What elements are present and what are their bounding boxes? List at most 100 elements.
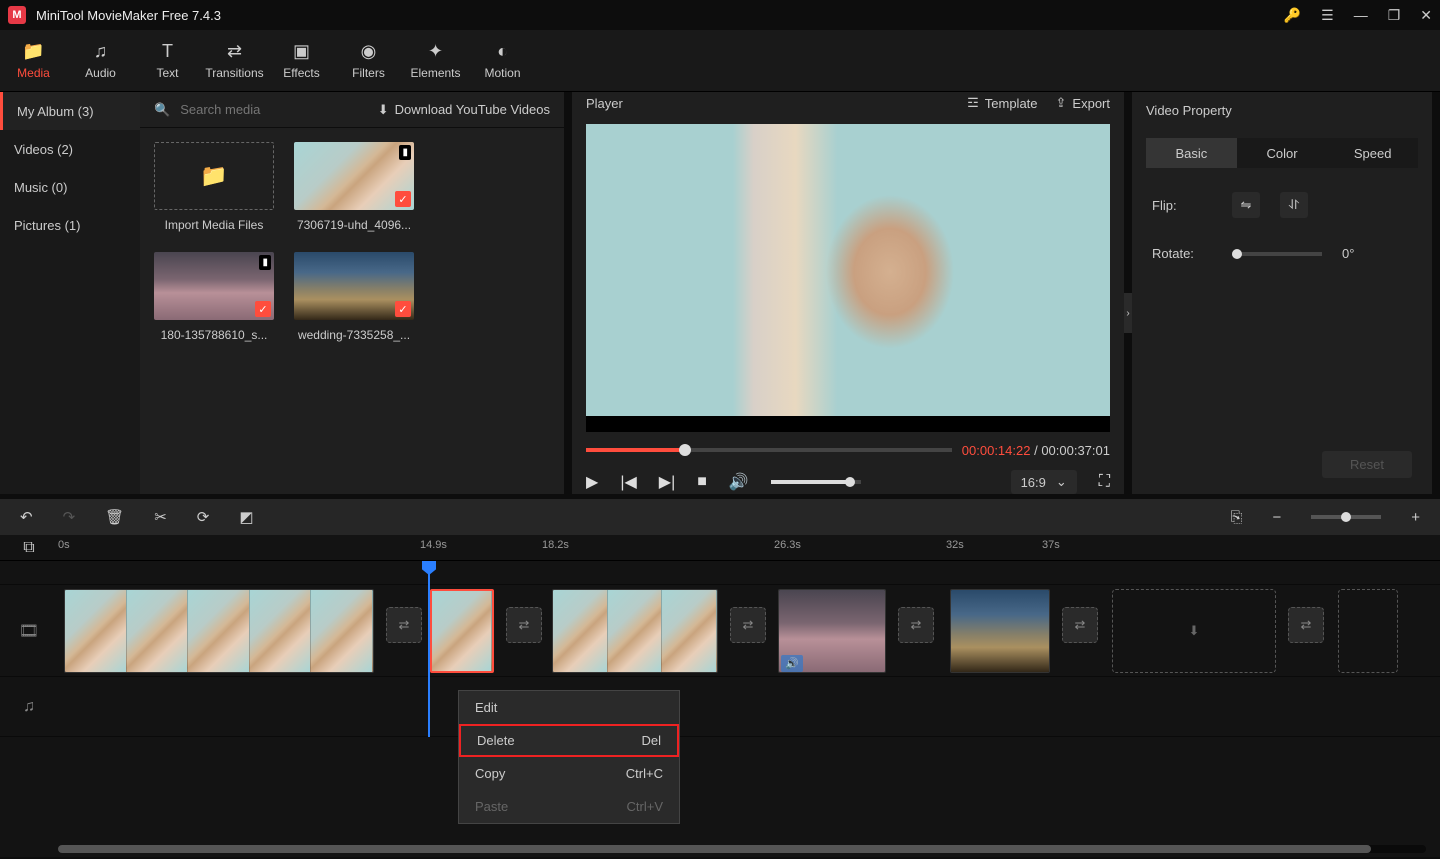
media-label: wedding-7335258_... (294, 328, 414, 342)
clip-4[interactable]: 🔊 (778, 589, 886, 673)
sidebar-item[interactable]: Videos (2) (0, 130, 140, 168)
media-item[interactable]: 📁Import Media Files (154, 142, 274, 232)
rotate-label: Rotate: (1152, 246, 1212, 261)
check-icon: ✓ (395, 191, 411, 207)
aspect-ratio-select[interactable]: 16:9 ⌄ (1011, 470, 1077, 494)
tab-motion[interactable]: ◐Motion (469, 30, 536, 91)
tab-transitions[interactable]: ⇄Transitions (201, 30, 268, 91)
audio-lane[interactable] (58, 677, 1440, 736)
timeline-toolbar: ↶ ↷ 🗑 ✂ ⟳ ◩ ⎘ − + (0, 499, 1440, 535)
transition-slot[interactable]: ⇄ (730, 607, 766, 643)
prev-frame-button[interactable]: |◀ (620, 472, 636, 492)
player-preview[interactable] (586, 124, 1110, 432)
video-track-icon: 🎞 (0, 585, 58, 676)
transition-slot[interactable]: ⇄ (506, 607, 542, 643)
flip-vertical-button[interactable]: ⥯ (1280, 192, 1308, 218)
tab-media[interactable]: 📁Media (0, 30, 67, 91)
media-thumb[interactable]: ▮✓ (294, 142, 414, 210)
zoom-in-button[interactable]: + (1411, 509, 1420, 526)
rotate-value: 0° (1342, 246, 1354, 261)
property-tab-color[interactable]: Color (1237, 138, 1328, 168)
clip-2-selected[interactable] (430, 589, 494, 673)
media-thumb[interactable]: ▮✓ (154, 252, 274, 320)
zoom-out-button[interactable]: − (1272, 509, 1281, 526)
media-icon: 📁 (22, 41, 44, 62)
timeline-ruler[interactable]: ⧉ 0s14.9s18.2s26.3s32s37s (0, 535, 1440, 561)
transition-slot[interactable]: ⇄ (898, 607, 934, 643)
media-item[interactable]: ▮✓7306719-uhd_4096... (294, 142, 414, 232)
transition-slot[interactable]: ⇄ (1288, 607, 1324, 643)
search-input[interactable] (180, 102, 368, 117)
speed-button[interactable]: ⟳ (197, 508, 210, 526)
export-button[interactable]: ⇪ Export (1056, 95, 1110, 111)
sidebar-item[interactable]: Music (0) (0, 168, 140, 206)
stop-button[interactable]: ■ (697, 473, 707, 491)
volume-slider[interactable] (771, 480, 861, 484)
playhead[interactable] (428, 561, 430, 737)
collapse-handle[interactable]: › (1124, 293, 1132, 333)
media-item[interactable]: ▮✓180-135788610_s... (154, 252, 274, 342)
menu-icon[interactable]: ☰ (1321, 7, 1334, 24)
player-panel: Player ☲ Template ⇪ Export 00:00:14:22 /… (572, 92, 1124, 494)
property-tab-basic[interactable]: Basic (1146, 138, 1237, 168)
ruler-mark: 0s (58, 539, 70, 551)
drop-slot[interactable] (1338, 589, 1398, 673)
property-tab-speed[interactable]: Speed (1327, 138, 1418, 168)
rotate-slider[interactable] (1232, 252, 1322, 256)
clip-5[interactable] (950, 589, 1050, 673)
undo-button[interactable]: ↶ (20, 508, 33, 526)
maximize-button[interactable]: ❐ (1388, 7, 1401, 24)
text-icon: T (162, 41, 173, 62)
ctx-paste: PasteCtrl+V (459, 790, 679, 823)
media-thumb[interactable]: ✓ (294, 252, 414, 320)
download-youtube-button[interactable]: ⬇ Download YouTube Videos (378, 102, 550, 118)
transition-slot[interactable]: ⇄ (386, 607, 422, 643)
ruler-mark: 14.9s (420, 539, 447, 551)
seek-bar[interactable]: 00:00:14:22 / 00:00:37:01 (586, 440, 1110, 460)
play-button[interactable]: ▶ (586, 472, 598, 492)
audio-icon: ♫ (94, 41, 108, 62)
clip-1[interactable] (64, 589, 374, 673)
media-item[interactable]: ✓ wedding-7335258_... (294, 252, 414, 342)
tab-filters[interactable]: ◉Filters (335, 30, 402, 91)
close-button[interactable]: ✕ (1420, 7, 1432, 24)
sidebar-item[interactable]: Pictures (1) (0, 206, 140, 244)
property-tabs: BasicColorSpeed (1132, 128, 1432, 178)
minimize-button[interactable]: — (1354, 7, 1368, 23)
ctx-delete[interactable]: DeleteDel (459, 724, 679, 757)
volume-icon[interactable]: 🔊 (729, 472, 749, 492)
split-button[interactable]: ✂ (154, 508, 167, 526)
sidebar-item[interactable]: My Album (3) (0, 92, 140, 130)
zoom-slider[interactable] (1311, 515, 1381, 519)
timeline: ⧉ 0s14.9s18.2s26.3s32s37s 🎞 ⇄ ⇄ ⇄ 🔊 ⇄ ⇄ … (0, 535, 1440, 857)
fullscreen-button[interactable]: ⛶ (1099, 473, 1110, 491)
template-button[interactable]: ☲ Template (967, 95, 1037, 111)
filters-icon: ◉ (361, 41, 377, 62)
ctx-edit[interactable]: Edit (459, 691, 679, 724)
tab-audio[interactable]: ♫Audio (67, 30, 134, 91)
import-thumb[interactable]: 📁 (154, 142, 274, 210)
drop-slot[interactable]: ⬇ (1112, 589, 1276, 673)
app-logo: M (8, 6, 26, 24)
key-icon[interactable]: 🔑 (1284, 7, 1301, 24)
transition-slot[interactable]: ⇄ (1062, 607, 1098, 643)
property-panel: › Video Property BasicColorSpeed Flip: ⇋… (1132, 92, 1432, 494)
tab-elements[interactable]: ✦Elements (402, 30, 469, 91)
add-track-button[interactable]: ⧉ (0, 535, 58, 560)
reset-button[interactable]: Reset (1322, 451, 1412, 478)
ctx-copy[interactable]: CopyCtrl+C (459, 757, 679, 790)
tab-text[interactable]: TText (134, 30, 201, 91)
main-tabs: 📁Media♫AudioTText⇄Transitions▣Effects◉Fi… (0, 30, 1440, 92)
tab-effects[interactable]: ▣Effects (268, 30, 335, 91)
video-lane[interactable]: ⇄ ⇄ ⇄ 🔊 ⇄ ⇄ ⬇ ⇄ (58, 585, 1440, 676)
delete-button[interactable]: 🗑 (105, 508, 124, 526)
redo-button[interactable]: ↷ (63, 508, 76, 526)
search-icon: 🔍 (154, 102, 170, 118)
next-frame-button[interactable]: ▶| (659, 472, 675, 492)
crop-button[interactable]: ◩ (239, 508, 253, 526)
flip-horizontal-button[interactable]: ⇋ (1232, 192, 1260, 218)
auto-fit-button[interactable]: ⎘ (1230, 509, 1242, 526)
timeline-scrollbar[interactable] (58, 845, 1426, 853)
ruler-mark: 37s (1042, 539, 1060, 551)
clip-3[interactable] (552, 589, 718, 673)
